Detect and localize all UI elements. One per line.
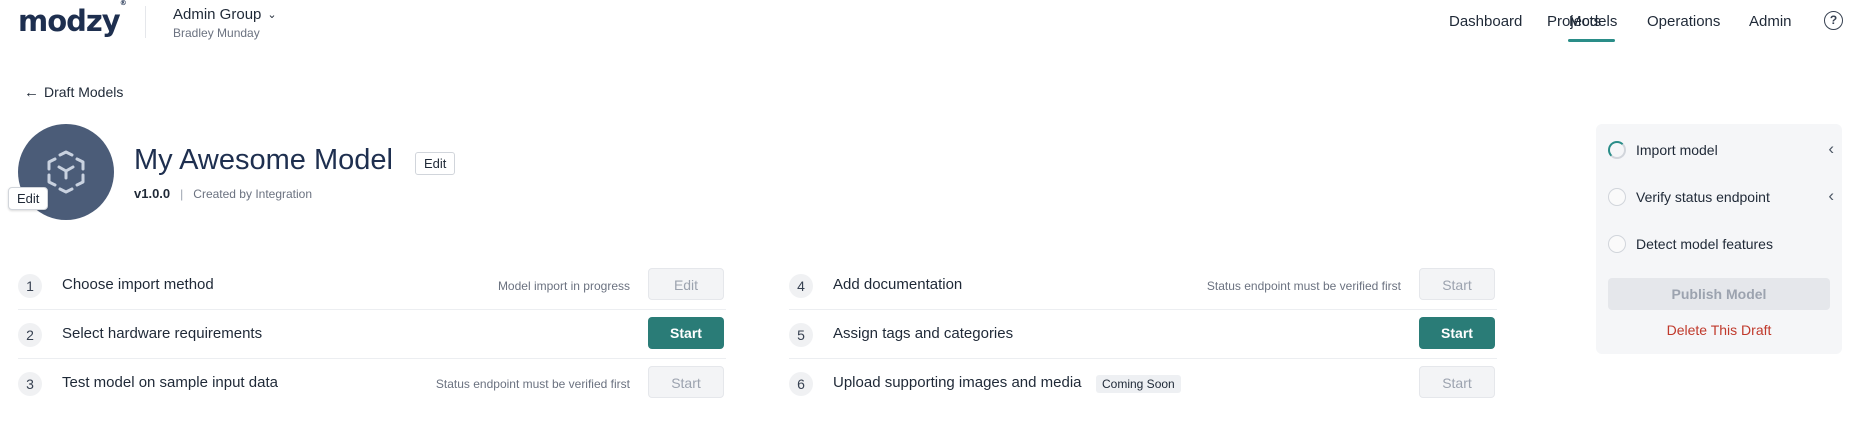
step-label: Upload supporting images and media — [833, 374, 1082, 391]
check-import-model[interactable]: Import model ‹ — [1608, 138, 1834, 162]
modzy-logo[interactable]: modzy® — [18, 0, 127, 38]
step-start-button[interactable]: Start — [1419, 366, 1495, 398]
import-status-panel: Import model ‹ Verify status endpoint ‹ … — [1596, 124, 1842, 354]
model-meta: v1.0.0 | Created by Integration — [134, 186, 313, 201]
model-cube-icon — [47, 150, 85, 194]
step-start-button[interactable]: Start — [1419, 268, 1495, 300]
step-label: Choose import method — [62, 276, 214, 293]
title-edit-button[interactable]: Edit — [415, 152, 456, 175]
group-name: Admin Group — [173, 6, 262, 23]
nav-operations[interactable]: Operations — [1647, 13, 1720, 30]
step-edit-button[interactable]: Edit — [648, 268, 724, 300]
step-number: 3 — [18, 372, 42, 396]
group-switcher[interactable]: Admin Group ⌄ — [173, 6, 277, 23]
check-detect-model-features: Detect model features — [1608, 232, 1834, 256]
created-by: Created by Integration — [193, 187, 313, 201]
step-start-button[interactable]: Start — [648, 366, 724, 398]
step-row: 1 Choose import method Model import in p… — [18, 261, 726, 309]
help-icon[interactable]: ? — [1824, 11, 1843, 30]
step-label: Assign tags and categories — [833, 325, 1014, 342]
step-number: 2 — [18, 323, 42, 347]
arrow-left-icon: ← — [24, 84, 39, 101]
step-row: 2 Select hardware requirements Start — [18, 310, 726, 358]
step-status-note: Model import in progress — [497, 279, 630, 293]
nav-admin[interactable]: Admin — [1749, 13, 1792, 30]
back-to-draft-models-link[interactable]: ← Draft Models — [24, 84, 123, 101]
loading-spinner-icon — [1608, 141, 1626, 159]
step-start-button[interactable]: Start — [1419, 317, 1495, 349]
nav-dashboard[interactable]: Dashboard — [1449, 13, 1522, 30]
step-label: Select hardware requirements — [62, 325, 263, 342]
header-divider — [145, 6, 146, 38]
step-number: 6 — [789, 372, 813, 396]
publish-model-button[interactable]: Publish Model — [1608, 278, 1830, 310]
step-row: 4 Add documentation Status endpoint must… — [789, 261, 1497, 309]
nav-models[interactable]: Models — [1569, 13, 1617, 30]
step-number: 1 — [18, 274, 42, 298]
step-row: 5 Assign tags and categories Start — [789, 310, 1497, 358]
delete-draft-link[interactable]: Delete This Draft — [1596, 322, 1842, 338]
group-user-name: Bradley Munday — [173, 26, 260, 40]
step-status-note: Status endpoint must be verified first — [1206, 279, 1401, 293]
step-number: 4 — [789, 274, 813, 298]
coming-soon-badge: Coming Soon — [1096, 375, 1181, 393]
chevron-left-icon[interactable]: ‹ — [1828, 139, 1834, 159]
nav-active-indicator — [1568, 39, 1615, 42]
step-number: 5 — [789, 323, 813, 347]
pending-circle-icon — [1608, 188, 1626, 206]
avatar-edit-button[interactable]: Edit — [8, 187, 49, 210]
page-title: My Awesome Model — [134, 144, 393, 176]
step-start-button[interactable]: Start — [648, 317, 724, 349]
step-label: Add documentation — [833, 276, 963, 293]
check-verify-status-endpoint[interactable]: Verify status endpoint ‹ — [1608, 185, 1834, 209]
step-row: 3 Test model on sample input data Status… — [18, 359, 726, 407]
top-nav-bar: modzy® Admin Group ⌄ Bradley Munday Dashb… — [0, 0, 1855, 44]
step-label: Test model on sample input data — [62, 374, 278, 391]
chevron-down-icon: ⌄ — [267, 9, 277, 21]
pending-circle-icon — [1608, 235, 1626, 253]
model-version: v1.0.0 — [134, 186, 171, 201]
step-row: 6 Upload supporting images and media Com… — [789, 359, 1497, 407]
step-status-note: Status endpoint must be verified first — [435, 377, 630, 391]
chevron-left-icon[interactable]: ‹ — [1828, 186, 1834, 206]
